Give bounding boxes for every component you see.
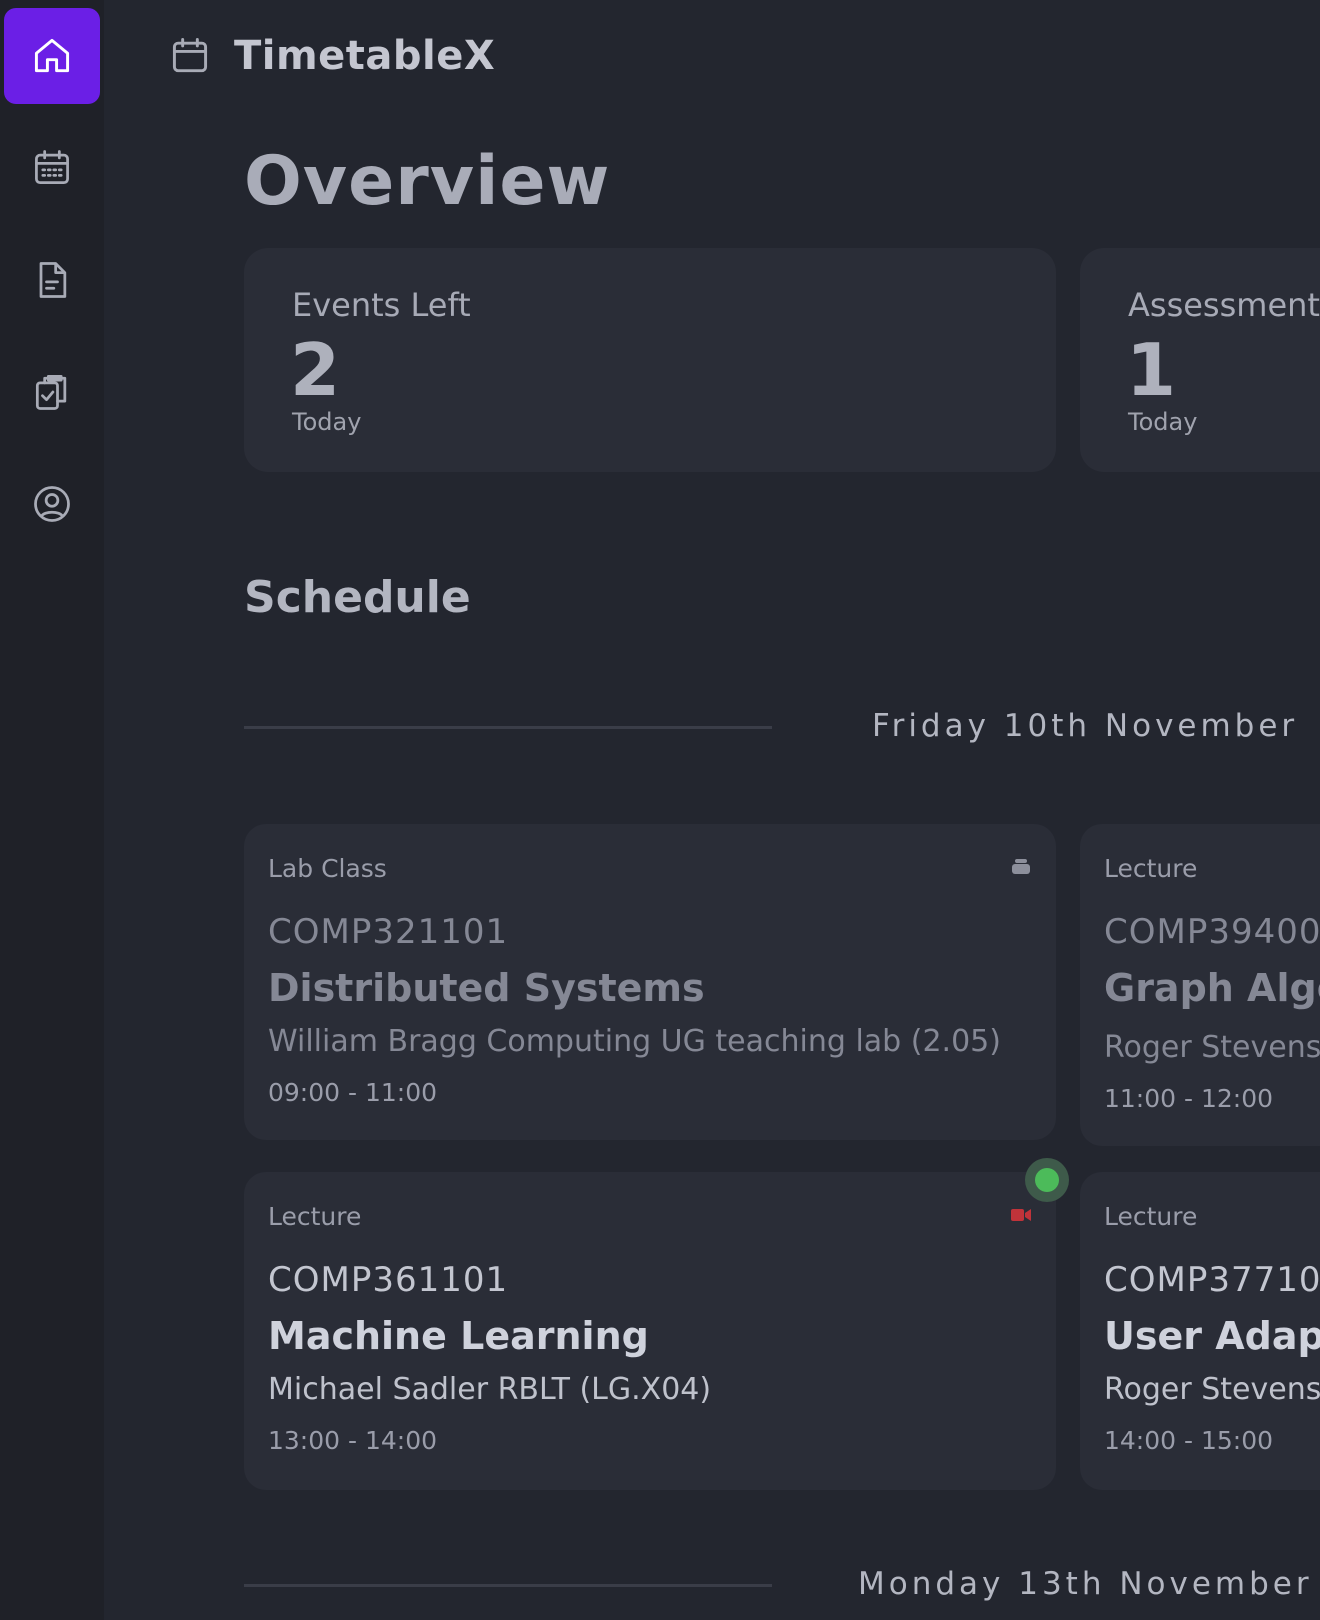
date-divider <box>244 726 772 729</box>
stat-card-events-left: Events Left 2 Today <box>244 248 1056 472</box>
event-title: Distributed Systems <box>268 966 705 1010</box>
event-location: Michael Sadler RBLT (LG.X04) <box>268 1372 712 1407</box>
event-card[interactable]: Lecture COMP361101 Machine Learning Mich… <box>244 1172 1056 1490</box>
app-header: TimetableX <box>168 30 495 82</box>
stat-value: 1 <box>1126 328 1177 412</box>
sidebar-item-home[interactable] <box>4 8 100 104</box>
schedule-title: Schedule <box>244 572 471 623</box>
event-time: 11:00 - 12:00 <box>1104 1084 1274 1113</box>
event-time: 14:00 - 15:00 <box>1104 1426 1274 1455</box>
event-title: Machine Learning <box>268 1314 649 1358</box>
date-heading: Monday 13th November <box>858 1566 1313 1602</box>
event-type: Lecture <box>268 1202 362 1231</box>
sidebar-item-assessments[interactable] <box>4 344 100 440</box>
event-card[interactable]: Lab Class COMP321101 Distributed Systems… <box>244 824 1056 1140</box>
document-icon <box>39 262 67 298</box>
user-circle-icon <box>34 486 70 522</box>
video-icon <box>1011 1209 1031 1221</box>
app-title: TimetableX <box>234 33 496 79</box>
date-heading: Friday 10th November <box>872 708 1299 744</box>
page-title: Overview <box>244 142 611 221</box>
event-code: COMP394001 <box>1104 912 1320 952</box>
event-type: Lab Class <box>268 854 387 883</box>
sidebar <box>0 0 104 1620</box>
event-time: 13:00 - 14:00 <box>268 1426 438 1455</box>
event-code: COMP361101 <box>268 1260 509 1300</box>
event-title: User Adaptive <box>1104 1314 1320 1358</box>
event-card[interactable]: Lecture COMP394001 Graph Algorithms Roge… <box>1080 824 1320 1146</box>
in-person-icon <box>1012 859 1030 874</box>
event-location: William Bragg Computing UG teaching lab … <box>268 1024 1001 1059</box>
home-icon <box>34 38 70 73</box>
event-code: COMP321101 <box>268 912 509 952</box>
stat-label: Assessments <box>1128 286 1320 324</box>
live-indicator <box>1025 1158 1069 1202</box>
sidebar-item-profile[interactable] <box>4 456 100 552</box>
live-dot-icon <box>1035 1168 1059 1192</box>
event-code: COMP377101 <box>1104 1260 1320 1300</box>
stat-label: Events Left <box>292 286 471 324</box>
event-location: Roger Stevens <box>1104 1030 1320 1065</box>
stat-sub: Today <box>1128 408 1198 436</box>
clipboard-check-icon <box>35 375 67 410</box>
stat-value: 2 <box>290 328 341 412</box>
calendar-icon <box>172 38 208 73</box>
calendar-icon <box>35 150 69 185</box>
event-type: Lecture <box>1104 1202 1198 1231</box>
event-location: Roger Stevens <box>1104 1372 1320 1407</box>
stat-sub: Today <box>292 408 362 436</box>
event-title: Graph Algorithms <box>1104 966 1320 1010</box>
sidebar-item-documents[interactable] <box>4 232 100 328</box>
event-card[interactable]: Lecture COMP377101 User Adaptive Roger S… <box>1080 1172 1320 1490</box>
sidebar-item-calendar[interactable] <box>4 120 100 216</box>
event-type: Lecture <box>1104 854 1198 883</box>
stat-card-assessments: Assessments 1 Today <box>1080 248 1320 472</box>
event-time: 09:00 - 11:00 <box>268 1078 438 1107</box>
date-divider <box>244 1584 772 1587</box>
